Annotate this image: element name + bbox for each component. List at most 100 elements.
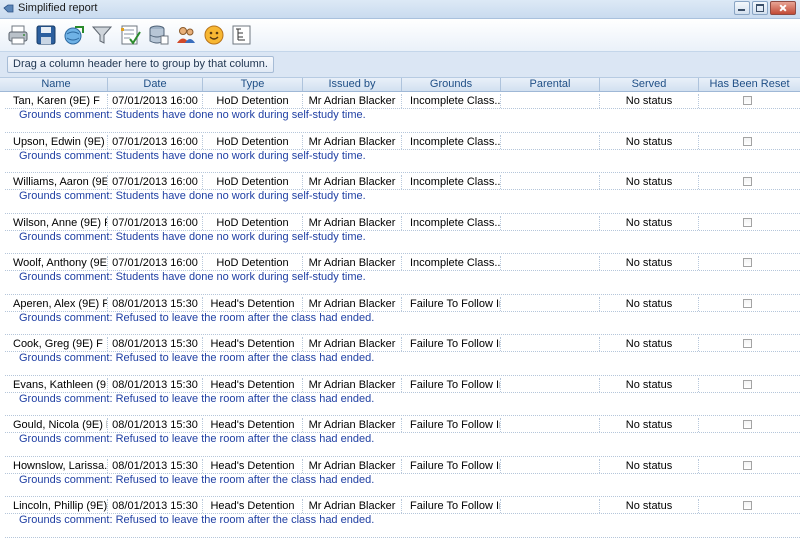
- cell-name: Gould, Nicola (9E) F: [5, 418, 108, 432]
- column-header-date[interactable]: Date: [108, 78, 203, 91]
- has-been-reset-checkbox[interactable]: [743, 298, 752, 308]
- group-panel[interactable]: Drag a column header here to group by th…: [0, 52, 800, 78]
- cell-name: Evans, Kathleen (9...: [5, 377, 108, 392]
- close-button[interactable]: [770, 1, 796, 15]
- cell-issued-by: Mr Adrian Blacker: [303, 134, 402, 149]
- column-header-parental[interactable]: Parental: [501, 78, 600, 91]
- cell-date: 08/01/2013 15:30: [108, 499, 203, 513]
- database-export-button[interactable]: [146, 22, 170, 48]
- cell-date: 08/01/2013 15:30: [108, 377, 203, 392]
- cell-served: No status: [600, 458, 699, 473]
- save-button[interactable]: [34, 22, 58, 48]
- cell-type: Head's Detention: [203, 337, 303, 351]
- cell-type: Head's Detention: [203, 377, 303, 392]
- has-been-reset-checkbox[interactable]: [743, 379, 752, 389]
- smiley-button[interactable]: [202, 22, 226, 48]
- cell-grounds: Failure To Follow In...: [402, 296, 501, 311]
- has-been-reset-checkbox[interactable]: [743, 501, 752, 510]
- cell-served: No status: [600, 215, 699, 230]
- cell-date: 07/01/2013 16:00: [108, 256, 203, 270]
- cell-type: HoD Detention: [203, 134, 303, 149]
- cell-name: Cook, Greg (9E) F: [5, 337, 108, 351]
- cell-name: Woolf, Anthony (9E...: [5, 256, 108, 270]
- row-divider: [5, 536, 800, 538]
- table-row[interactable]: Wilson, Anne (9E) F 07/01/2013 16:00 HoD D…: [0, 214, 800, 254]
- has-been-reset-checkbox[interactable]: [743, 177, 752, 186]
- toolbar: [0, 19, 800, 52]
- people-button[interactable]: [174, 22, 198, 48]
- web-export-button[interactable]: [62, 22, 86, 48]
- cell-date: 07/01/2013 16:00: [108, 215, 203, 230]
- has-been-reset-checkbox[interactable]: [743, 420, 752, 429]
- column-header-grounds[interactable]: Grounds: [402, 78, 501, 91]
- window-title: Simplified report: [18, 2, 98, 14]
- cell-grounds: Incomplete Class...: [402, 94, 501, 108]
- cell-parental: [501, 175, 600, 189]
- cell-parental: [501, 418, 600, 432]
- table-row[interactable]: Evans, Kathleen (9... 08/01/2013 15:30 Hea…: [0, 376, 800, 416]
- column-header-issued-by[interactable]: Issued by: [303, 78, 402, 91]
- cell-parental: [501, 296, 600, 311]
- cell-issued-by: Mr Adrian Blacker: [303, 499, 402, 513]
- cell-grounds: Failure To Follow In...: [402, 458, 501, 473]
- cell-grounds: Failure To Follow In...: [402, 499, 501, 513]
- cell-date: 07/01/2013 16:00: [108, 134, 203, 149]
- has-been-reset-checkbox[interactable]: [743, 217, 752, 227]
- cell-type: Head's Detention: [203, 418, 303, 432]
- table-row[interactable]: Tan, Karen (9E) F 07/01/2013 16:00 HoD Det…: [0, 92, 800, 133]
- cell-issued-by: Mr Adrian Blacker: [303, 256, 402, 270]
- minimize-button[interactable]: [734, 1, 750, 15]
- cell-date: 07/01/2013 16:00: [108, 94, 203, 108]
- checklist-button[interactable]: [118, 22, 142, 48]
- table-row[interactable]: Hownslow, Larissa... 08/01/2013 15:30 Head…: [0, 457, 800, 497]
- cell-type: HoD Detention: [203, 215, 303, 230]
- filter-button[interactable]: [90, 22, 114, 48]
- has-been-reset-checkbox[interactable]: [743, 258, 752, 267]
- filter-icon: [91, 26, 113, 44]
- cell-grounds: Failure To Follow In...: [402, 337, 501, 351]
- cell-served: No status: [600, 377, 699, 392]
- grounds-comment: Grounds comment: Students have done no w…: [19, 271, 366, 283]
- column-header-name[interactable]: Name: [5, 78, 108, 91]
- cell-date: 07/01/2013 16:00: [108, 175, 203, 189]
- hierarchy-button[interactable]: [230, 22, 254, 48]
- cell-issued-by: Mr Adrian Blacker: [303, 94, 402, 108]
- save-icon: [36, 25, 56, 45]
- table-row[interactable]: Cook, Greg (9E) F 08/01/2013 15:30 Head's …: [0, 335, 800, 376]
- cell-parental: [501, 134, 600, 149]
- cell-date: 08/01/2013 15:30: [108, 458, 203, 473]
- cell-name: Wilson, Anne (9E) F: [5, 215, 108, 230]
- cell-issued-by: Mr Adrian Blacker: [303, 337, 402, 351]
- cell-name: Hownslow, Larissa...: [5, 458, 108, 473]
- grounds-comment: Grounds comment: Students have done no w…: [19, 109, 366, 121]
- cell-type: Head's Detention: [203, 296, 303, 311]
- has-been-reset-checkbox[interactable]: [743, 339, 752, 348]
- table-row[interactable]: Aperen, Alex (9E) F 08/01/2013 15:30 Head'…: [0, 295, 800, 335]
- grounds-comment: Grounds comment: Students have done no w…: [19, 190, 366, 202]
- has-been-reset-checkbox[interactable]: [743, 96, 752, 105]
- column-header-has-been-reset[interactable]: Has Been Reset: [699, 78, 800, 91]
- table-row[interactable]: Upson, Edwin (9E) F 07/01/2013 16:00 HoD D…: [0, 133, 800, 173]
- has-been-reset-checkbox[interactable]: [743, 460, 752, 470]
- grid-body: Tan, Karen (9E) F 07/01/2013 16:00 HoD Det…: [0, 92, 800, 538]
- cell-name: Tan, Karen (9E) F: [5, 94, 108, 108]
- table-row[interactable]: Williams, Aaron (9E... 07/01/2013 16:00 Ho…: [0, 173, 800, 214]
- cell-served: No status: [600, 418, 699, 432]
- has-been-reset-checkbox[interactable]: [743, 136, 752, 146]
- column-header-type[interactable]: Type: [203, 78, 303, 91]
- grounds-comment: Grounds comment: Refused to leave the ro…: [19, 473, 375, 486]
- cell-issued-by: Mr Adrian Blacker: [303, 296, 402, 311]
- app-icon: [3, 4, 14, 13]
- table-row[interactable]: Lincoln, Phillip (9E)... 08/01/2013 15:30…: [0, 497, 800, 538]
- grounds-comment: Grounds comment: Students have done no w…: [19, 230, 366, 243]
- cell-type: Head's Detention: [203, 458, 303, 473]
- print-button[interactable]: [6, 22, 30, 48]
- cell-served: No status: [600, 337, 699, 351]
- maximize-button[interactable]: [752, 1, 768, 15]
- column-header-served[interactable]: Served: [600, 78, 699, 91]
- group-hint: Drag a column header here to group by th…: [7, 56, 274, 73]
- table-row[interactable]: Gould, Nicola (9E) F 08/01/2013 15:30 Head…: [0, 416, 800, 457]
- table-row[interactable]: Woolf, Anthony (9E... 07/01/2013 16:00 HoD…: [0, 254, 800, 295]
- cell-served: No status: [600, 256, 699, 270]
- smiley-icon: [204, 25, 224, 45]
